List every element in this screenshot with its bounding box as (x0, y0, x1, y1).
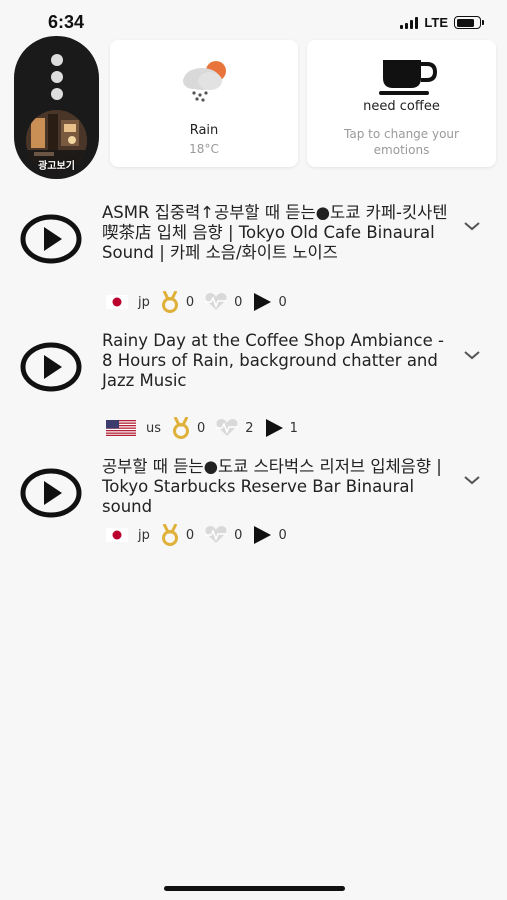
rain-cloud-sun-icon (183, 61, 226, 102)
ad-button[interactable]: 광고보기 (14, 36, 99, 179)
emotion-title: need coffee (363, 99, 440, 114)
track-country: jp (138, 527, 150, 543)
track-medal-count: 0 (185, 294, 195, 310)
play-icon[interactable] (20, 468, 82, 518)
track-play-count: 0 (278, 527, 287, 543)
track-country: us (146, 420, 162, 436)
battery-icon (454, 16, 484, 29)
track-meta: jp 0 0 0 (106, 291, 297, 313)
track-play-count: 1 (289, 420, 298, 436)
heartbeat-icon (216, 419, 239, 436)
status-indicators: LTE (400, 15, 484, 30)
track-heart-count: 0 (234, 294, 243, 310)
coffee-cup-icon (379, 60, 438, 95)
weather-condition: Rain (189, 123, 219, 138)
chevron-down-icon[interactable] (462, 349, 482, 361)
track-title: Rainy Day at the Coffee Shop Ambiance - … (102, 331, 444, 390)
japan-flag-icon (106, 295, 128, 309)
chevron-down-icon[interactable] (462, 220, 482, 232)
play-icon[interactable] (20, 342, 82, 392)
play-small-icon (254, 293, 272, 311)
track-medal-count: 0 (185, 527, 195, 543)
emotion-card[interactable]: need coffee Tap to change your emotions (307, 40, 496, 167)
medal-icon (161, 291, 178, 313)
track-play-count: 0 (278, 294, 287, 310)
weather-card[interactable]: Rain 18°C (110, 40, 298, 167)
emotion-hint: Tap to change your emotions (344, 127, 459, 157)
japan-flag-icon (106, 528, 128, 542)
medal-icon (173, 417, 190, 439)
track-medal-count: 0 (197, 420, 206, 436)
home-indicator[interactable] (164, 886, 345, 891)
play-small-icon (254, 526, 272, 544)
track-country: jp (138, 294, 150, 310)
play-small-icon (265, 419, 283, 437)
signal-icon (400, 16, 419, 29)
status-bar: 6:34 LTE (0, 0, 507, 40)
us-flag-icon (106, 420, 136, 436)
network-type: LTE (424, 15, 448, 30)
weather-temperature: 18°C (189, 142, 219, 156)
heartbeat-icon (205, 526, 228, 543)
chevron-down-icon[interactable] (462, 474, 482, 486)
more-dots-icon[interactable] (48, 54, 65, 105)
track-meta: us 0 2 1 (106, 417, 308, 439)
play-icon[interactable] (20, 214, 82, 264)
track-heart-count: 0 (234, 527, 243, 543)
ad-label: 광고보기 (38, 161, 75, 172)
track-title: ASMR 집중력↑공부할 때 듣는●도쿄 카페-킷사텐 喫茶店 입체 음향 | … (102, 203, 448, 262)
medal-icon (161, 524, 178, 546)
track-heart-count: 2 (245, 420, 254, 436)
track-meta: jp 0 0 0 (106, 524, 297, 546)
status-time: 6:34 (48, 12, 85, 32)
track-title: 공부할 때 듣는●도쿄 스타벅스 리저브 입체음향 | Tokyo Starbu… (102, 457, 442, 516)
heartbeat-icon (205, 293, 228, 310)
